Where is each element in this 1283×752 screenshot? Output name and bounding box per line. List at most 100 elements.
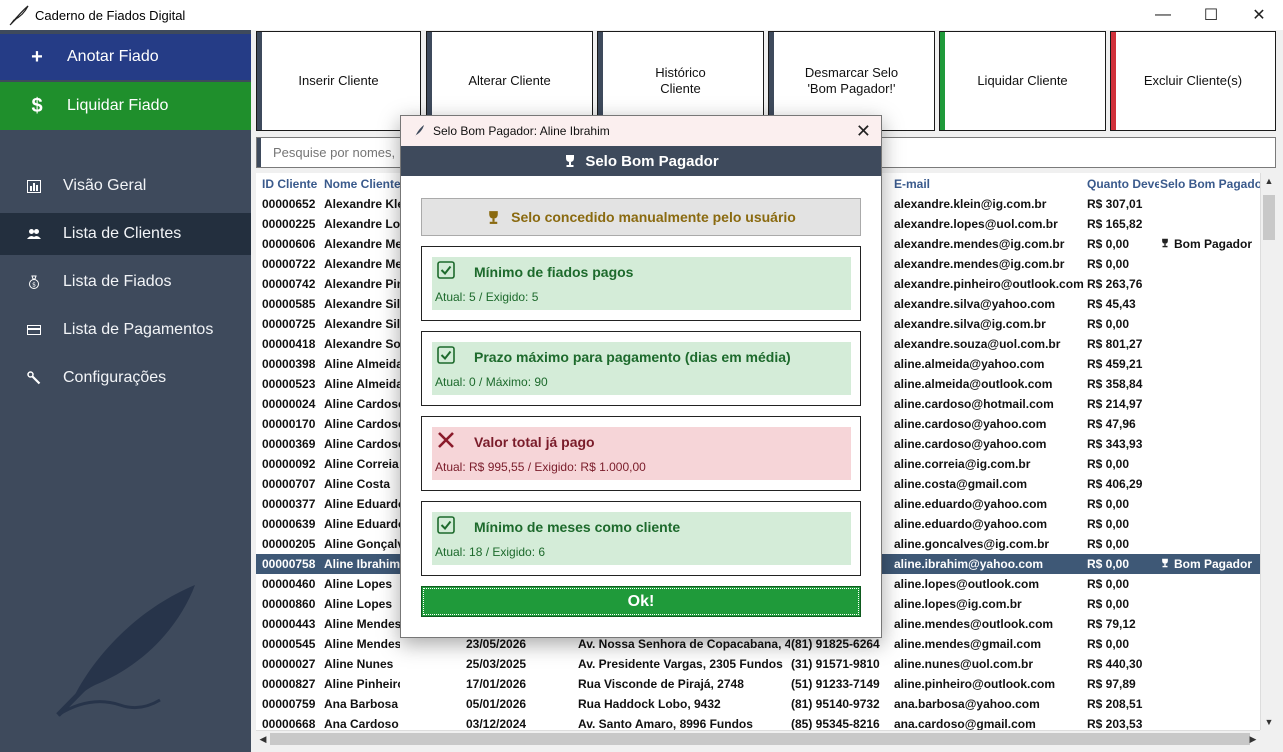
maximize-button[interactable]: ☐: [1187, 0, 1235, 30]
trophy-icon: [489, 210, 498, 224]
sidebar-item-lista-pagamentos[interactable]: Lista de Pagamentos: [0, 309, 251, 351]
button-label: Histórico Cliente: [655, 65, 706, 96]
table-cell: 00000398: [262, 357, 316, 371]
sidebar-item-label: Lista de Fiados: [63, 273, 172, 290]
liquidar-fiado-button[interactable]: $ Liquidar Fiado: [0, 82, 251, 130]
table-cell: Aline Lopes: [324, 597, 393, 611]
minimize-button[interactable]: —: [1139, 0, 1187, 30]
table-cell: 00000369: [262, 437, 316, 451]
table-cell: 00000668: [262, 717, 316, 730]
liquidar-fiado-label: Liquidar Fiado: [67, 97, 169, 114]
trophy-icon: [1160, 557, 1170, 571]
table-cell: Aline Ibrahim: [324, 557, 400, 571]
table-cell: Aline Pinheiro: [324, 677, 400, 691]
column-header[interactable]: Selo Bom Pagador: [1160, 177, 1260, 191]
table-cell: Aline Cardoso: [324, 437, 400, 451]
scroll-up-icon[interactable]: ▲: [1261, 173, 1277, 189]
table-cell: 00000759: [262, 697, 316, 711]
table-cell: Ana Cardoso: [324, 717, 399, 730]
criterion-title: Mínimo de fiados pagos: [474, 264, 634, 280]
table-cell: aline.nunes@uol.com.br: [894, 657, 1034, 671]
table-cell: 00000860: [262, 597, 316, 611]
table-cell: Aline Correia: [324, 457, 399, 471]
table-cell: R$ 307,01: [1087, 197, 1143, 211]
table-cell: Aline Almeida: [324, 377, 400, 391]
table-cell: Av. Nossa Senhora de Copacabana, 40: [578, 637, 790, 651]
criterion-min-fiados: Mínimo de fiados pagos Atual: 5 / Exigid…: [421, 246, 861, 321]
criterion-detail: Atual: 0 / Máximo: 90: [435, 375, 548, 389]
table-cell: Aline Cardoso: [324, 397, 400, 411]
table-cell: aline.lopes@ig.com.br: [894, 597, 1022, 611]
horizontal-scroll-thumb[interactable]: [270, 733, 1250, 745]
table-cell: (31) 91571-9810: [791, 657, 880, 671]
table-row[interactable]: 00000027 Aline Nunes 25/03/2025 Av. Preside…: [256, 654, 1260, 674]
scroll-right-icon[interactable]: ▶: [1246, 731, 1260, 747]
sidebar-item-lista-clientes[interactable]: Lista de Clientes: [0, 213, 251, 255]
table-cell: alexandre.mendes@ig.com.br: [894, 257, 1065, 271]
table-row[interactable]: 00000759 Ana Barbosa 05/01/2026 Rua Haddock…: [256, 694, 1260, 714]
table-cell: 00000827: [262, 677, 316, 691]
table-cell: alexandre.lopes@uol.com.br: [894, 217, 1058, 231]
table-cell: 00000758: [262, 557, 316, 571]
dialog-header-label: Selo Bom Pagador: [585, 152, 719, 170]
table-cell: R$ 0,00: [1087, 457, 1130, 471]
table-cell: Aline Mendes: [324, 617, 400, 631]
table-cell: 00000418: [262, 337, 316, 351]
button-label: Desmarcar Selo 'Bom Pagador!': [804, 65, 899, 96]
table-cell: Av. Santo Amaro, 8996 Fundos: [578, 717, 753, 730]
sidebar-item-lista-fiados[interactable]: $ Lista de Fiados: [0, 261, 251, 303]
column-header[interactable]: E-mail: [894, 177, 1086, 191]
sidebar-item-label: Lista de Pagamentos: [63, 321, 214, 338]
sidebar-item-visao-geral[interactable]: Visão Geral: [0, 165, 251, 207]
table-cell: 00000092: [262, 457, 316, 471]
checkbox-checked-icon: [437, 346, 455, 364]
inserir-cliente-button[interactable]: Inserir Cliente: [256, 31, 421, 131]
anotar-fiado-button[interactable]: + Anotar Fiado: [0, 34, 251, 80]
excluir-clientes-button[interactable]: Excluir Cliente(s): [1110, 31, 1276, 131]
table-cell: 00000523: [262, 377, 316, 391]
table-cell: R$ 0,00: [1087, 497, 1130, 511]
table-cell: Aline Nunes: [324, 657, 394, 671]
dialog-close-button[interactable]: ✕: [856, 121, 871, 142]
table-cell: aline.eduardo@yahoo.com: [894, 517, 1048, 531]
scroll-down-icon[interactable]: ▼: [1261, 714, 1277, 730]
table-cell: 25/03/2025: [466, 657, 527, 671]
table-cell: aline.costa@gmail.com: [894, 477, 1028, 491]
criterion-meses-cliente: Mínimo de meses como cliente Atual: 18 /…: [421, 501, 861, 576]
table-cell: R$ 0,00: [1087, 317, 1130, 331]
vertical-scroll-thumb[interactable]: [1263, 195, 1275, 240]
table-cell: 00000377: [262, 497, 316, 511]
button-label: Excluir Cliente(s): [1143, 73, 1243, 88]
table-cell: 00000205: [262, 537, 316, 551]
sidebar-item-label: Configurações: [63, 369, 167, 386]
table-cell: 03/12/2024: [466, 717, 527, 730]
ok-button[interactable]: Ok!: [421, 586, 861, 617]
vertical-scrollbar[interactable]: ▲ ▼: [1260, 173, 1276, 730]
table-row[interactable]: 00000827 Aline Pinheiro 17/01/2026 Rua Visc…: [256, 674, 1260, 694]
table-cell: Alexandre Sou: [324, 337, 400, 351]
horizontal-scrollbar[interactable]: ◀ ▶: [256, 730, 1260, 746]
table-cell: Aline Eduardo: [324, 497, 400, 511]
sidebar-item-configuracoes[interactable]: Configurações: [0, 357, 251, 399]
table-cell: R$ 79,12: [1087, 617, 1136, 631]
column-header[interactable]: ID Cliente: [262, 177, 324, 191]
table-cell: aline.goncalves@ig.com.br: [894, 537, 1050, 551]
feather-icon: [9, 5, 29, 26]
column-header[interactable]: Quanto Deve: [1087, 177, 1159, 191]
table-row[interactable]: 00000668 Ana Cardoso 03/12/2024 Av. Santo A…: [256, 714, 1260, 730]
column-header[interactable]: Nome Cliente: [324, 177, 400, 191]
table-cell: Alexandre Silv: [324, 297, 400, 311]
table-cell: aline.almeida@outlook.com: [894, 377, 1053, 391]
liquidar-cliente-button[interactable]: Liquidar Cliente: [939, 31, 1106, 131]
bom-pagador-badge: Bom Pagador: [1174, 237, 1253, 251]
table-cell: R$ 97,89: [1087, 677, 1136, 691]
dialog-header: Selo Bom Pagador: [401, 146, 881, 176]
table-cell: Aline Lopes: [324, 577, 393, 591]
table-cell: aline.almeida@yahoo.com: [894, 357, 1045, 371]
table-cell: aline.cardoso@yahoo.com: [894, 437, 1047, 451]
table-cell: alexandre.klein@ig.com.br: [894, 197, 1047, 211]
manual-grant-notice: Selo concedido manualmente pelo usuário: [421, 198, 861, 236]
scroll-left-icon[interactable]: ◀: [256, 731, 270, 747]
table-cell: R$ 47,96: [1087, 417, 1136, 431]
close-window-button[interactable]: ✕: [1235, 0, 1283, 30]
